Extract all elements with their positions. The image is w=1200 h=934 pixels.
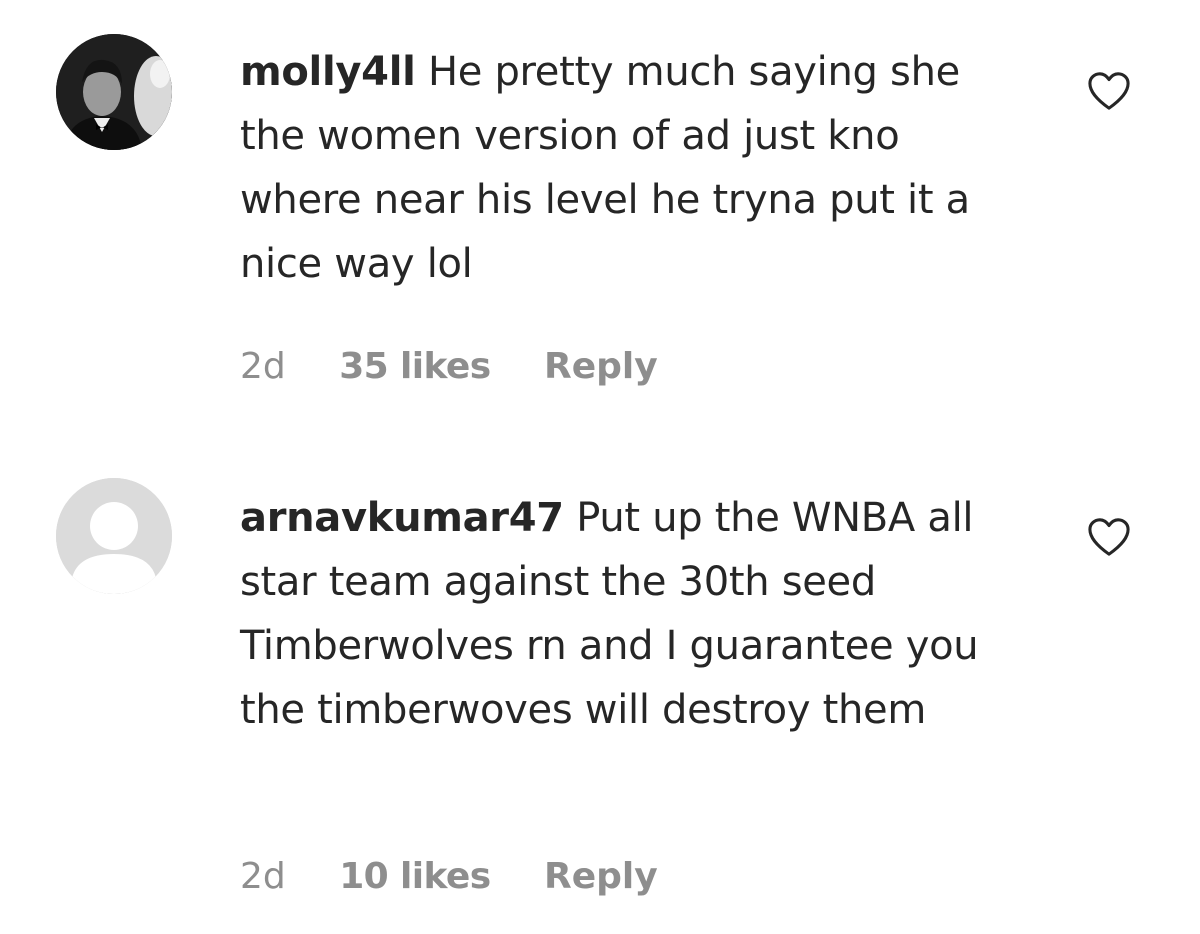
heart-icon[interactable] bbox=[1086, 70, 1132, 112]
avatar[interactable] bbox=[56, 34, 172, 150]
comment-body: molly4ll He pretty much saying she the w… bbox=[240, 40, 1030, 296]
comment-time[interactable]: 2d bbox=[240, 346, 286, 387]
comment-body: arnavkumar47 Put up the WNBA all star te… bbox=[240, 486, 1030, 742]
heart-icon[interactable] bbox=[1086, 516, 1132, 558]
reply-button[interactable]: Reply bbox=[544, 346, 658, 387]
avatar[interactable] bbox=[56, 478, 172, 594]
comment-time[interactable]: 2d bbox=[240, 856, 286, 897]
username-link[interactable]: molly4ll bbox=[240, 49, 416, 95]
comment-item: molly4ll He pretty much saying she the w… bbox=[0, 0, 1200, 440]
username-link[interactable]: arnavkumar47 bbox=[240, 495, 564, 541]
comment-meta: 2d 10 likes Reply bbox=[240, 856, 658, 897]
default-avatar-icon bbox=[56, 478, 172, 594]
comment-meta: 2d 35 likes Reply bbox=[240, 346, 658, 387]
profile-photo-icon bbox=[56, 34, 172, 150]
comment-item: arnavkumar47 Put up the WNBA all star te… bbox=[0, 440, 1200, 934]
reply-button[interactable]: Reply bbox=[544, 856, 658, 897]
likes-count[interactable]: 10 likes bbox=[339, 856, 491, 897]
likes-count[interactable]: 35 likes bbox=[339, 346, 491, 387]
